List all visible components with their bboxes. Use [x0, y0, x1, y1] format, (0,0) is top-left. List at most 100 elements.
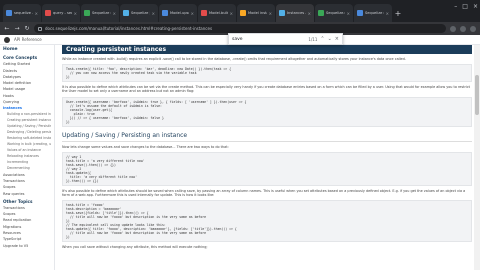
sidebar-subitem[interactable]: Values of an instance	[3, 148, 51, 152]
find-next-button[interactable]: ⌄	[328, 36, 332, 42]
tab-title: Sequelize docs	[365, 11, 384, 15]
sidebar-item[interactable]: Raw queries	[3, 192, 51, 196]
paragraph: It is also possible to define which attr…	[62, 85, 471, 94]
sidebar-item[interactable]: Getting Started	[3, 62, 51, 66]
tab-title: Sequelize.update()	[326, 11, 345, 15]
sidebar-item[interactable]: Transactions	[3, 179, 51, 183]
sidebar-subitem[interactable]: Reloading instances	[3, 154, 51, 158]
code-block: // way 1 task.title = 'a very different t…	[62, 151, 472, 186]
find-input[interactable]: save	[232, 37, 305, 42]
section-heading: Updating / Saving / Persisting an instan…	[62, 132, 472, 142]
tab-close-icon[interactable]: ×	[308, 11, 311, 16]
lock-icon	[38, 26, 42, 31]
sidebar-subitem[interactable]: Decrementing	[3, 166, 51, 170]
sidebar-item[interactable]: Resources	[3, 231, 51, 235]
sidebar-subitem[interactable]: Creating persistent instances	[3, 118, 51, 122]
back-button[interactable]: ←	[4, 25, 10, 32]
maximize-button[interactable]: □	[462, 3, 468, 10]
github-icon[interactable]	[4, 36, 10, 43]
sidebar-item[interactable]: Transactions	[3, 206, 51, 210]
tab-close-icon[interactable]: ×	[74, 11, 77, 16]
tab-close-icon[interactable]: ×	[386, 11, 389, 16]
browser-tab[interactable]: Model instances×	[237, 4, 275, 22]
browser-tab[interactable]: Sequelize create×	[81, 4, 119, 22]
sidebar-item[interactable]: Hooks	[3, 94, 51, 98]
tab-close-icon[interactable]: ×	[35, 11, 38, 16]
find-close-button[interactable]: ×	[335, 36, 339, 42]
sidebar-item[interactable]: Upgrade to V5	[3, 244, 51, 248]
favicon-icon	[123, 10, 129, 16]
sidebar-subitem[interactable]: Restoring soft-deleted instances	[3, 136, 51, 140]
paragraph: While an instance created with .build() …	[62, 57, 406, 61]
sidebar-item[interactable]: Associations	[3, 173, 51, 177]
sidebar-item[interactable]: Scopes	[3, 185, 51, 189]
profile-icon[interactable]	[470, 25, 476, 32]
favicon-icon	[357, 10, 363, 16]
page-scrollbar[interactable]	[474, 45, 480, 270]
code-line: })	[66, 119, 70, 124]
new-tab-button[interactable]: +	[393, 4, 403, 22]
forward-button[interactable]: →	[14, 25, 20, 32]
tab-close-icon[interactable]: ×	[191, 11, 194, 16]
scrollbar-thumb[interactable]	[475, 75, 479, 115]
tab-title: Model.upsert	[170, 11, 189, 15]
tab-close-icon[interactable]: ×	[347, 11, 350, 16]
find-previous-button[interactable]: ⌃	[320, 36, 324, 42]
sidebar-item[interactable]: TypeScript	[3, 237, 51, 241]
browser-tab[interactable]: Sequelize docs×	[354, 4, 392, 22]
extension-icon[interactable]	[450, 25, 456, 32]
browser-tab[interactable]: sequelize - Advanced M×	[3, 4, 41, 22]
tab-title: Model instances	[248, 11, 267, 15]
docs-sidebar: Home Core Concepts Getting Started Dialect…	[0, 45, 55, 270]
sidebar-home-link[interactable]: Home	[3, 47, 51, 52]
tab-title: Sequelize | Feature-ri	[131, 11, 150, 15]
sidebar-item[interactable]: Model definition	[3, 81, 51, 85]
tab-title: Model.bulkCreate	[209, 11, 228, 15]
sidebar-subitem[interactable]: Updating / Saving / Persisting an instan…	[3, 124, 51, 128]
url-text: docs.sequelizejs.com/manual/tutorial/ins…	[45, 26, 213, 31]
sidebar-item[interactable]: Querying	[3, 100, 51, 104]
close-window-button[interactable]: ×	[473, 3, 478, 10]
window-controls: – □ ×	[454, 3, 478, 10]
sidebar-item[interactable]: Scopes	[3, 212, 51, 216]
tab-close-icon[interactable]: ×	[269, 11, 272, 16]
code-line: }).then(() => {})	[66, 178, 99, 183]
sidebar-item[interactable]: Read replication	[3, 218, 51, 222]
code-block: task.title = 'foooo' task.description = '…	[62, 200, 472, 243]
sidebar-subitem[interactable]: Destroying / Deleting persistent instanc…	[3, 130, 51, 134]
favicon-icon	[279, 10, 285, 16]
sidebar-item[interactable]: Migrations	[3, 225, 51, 229]
sidebar-item[interactable]: Instances	[3, 106, 51, 110]
extension-icon[interactable]	[460, 25, 466, 32]
sidebar-subitem[interactable]: Working in bulk (creating, updating...	[3, 142, 51, 146]
paragraph: It's also possible to define which attri…	[62, 188, 466, 198]
sidebar-item[interactable]: Datatypes	[3, 75, 51, 79]
favicon-icon	[6, 10, 12, 16]
reload-button[interactable]: ↻	[24, 25, 30, 32]
tab-title: Sequelize create	[92, 11, 111, 15]
url-field[interactable]: docs.sequelizejs.com/manual/tutorial/ins…	[34, 24, 446, 33]
browser-tab[interactable]: Model.bulkCreate×	[198, 4, 236, 22]
tab-title: Instances - Sequelize	[287, 11, 306, 15]
browser-tab[interactable]: Model.upsert×	[159, 4, 197, 22]
tab-close-icon[interactable]: ×	[230, 11, 233, 16]
extensions	[450, 25, 476, 32]
tab-title: query - sequelize-fin	[53, 11, 72, 15]
minimize-button[interactable]: –	[454, 3, 457, 10]
sidebar-item[interactable]: Model usage	[3, 87, 51, 91]
browser-tab[interactable]: Sequelize.update()×	[315, 4, 353, 22]
section-banner: Creating persistent instances	[62, 45, 472, 54]
api-reference-link[interactable]: API Reference	[14, 37, 42, 42]
main-content: Creating persistent instances While an i…	[62, 45, 472, 270]
sidebar-section-title: Other Topics	[3, 198, 33, 204]
sidebar-subitem[interactable]: Incrementing	[3, 160, 51, 164]
find-bar: save 1/11 ⌃ ⌄ ×	[228, 33, 343, 45]
tab-close-icon[interactable]: ×	[152, 11, 155, 16]
browser-tab[interactable]: Sequelize | Feature-ri×	[120, 4, 158, 22]
browser-tab[interactable]: query - sequelize-fin×	[42, 4, 80, 22]
tab-close-icon[interactable]: ×	[113, 11, 116, 16]
sidebar-item[interactable]: Dialects	[3, 69, 51, 73]
sidebar-subitem[interactable]: Building a non-persistent instance	[3, 112, 51, 116]
browser-tab[interactable]: Instances - Sequelize×	[276, 4, 314, 22]
browser-tab-bar: sequelize - Advanced M×query - sequelize…	[0, 0, 480, 22]
